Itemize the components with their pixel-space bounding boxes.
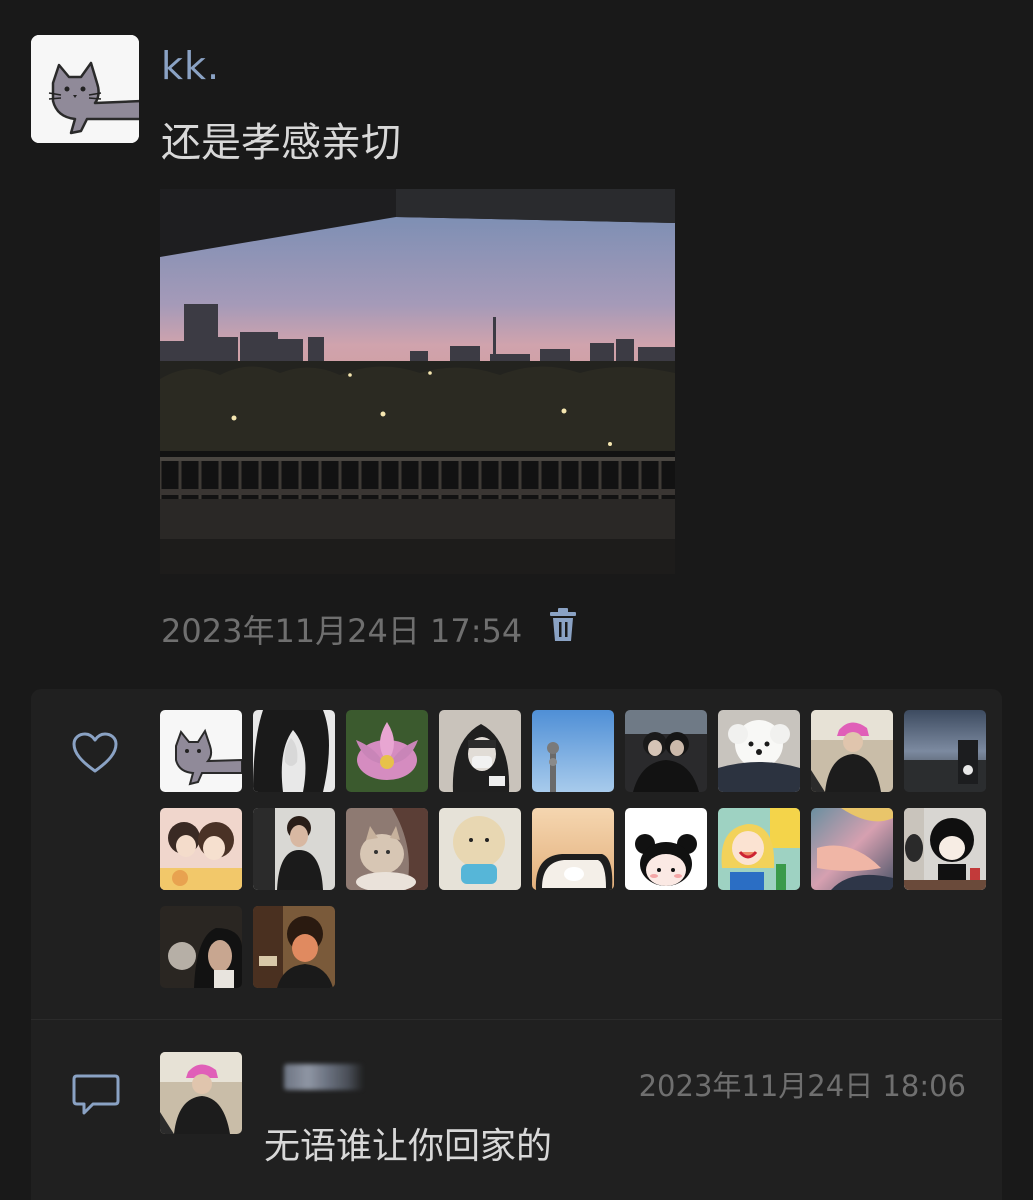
like-avatar[interactable] [904,808,986,890]
round-toy-icon [439,808,521,890]
cat-and-girl-icon [346,808,428,890]
like-avatar[interactable] [718,710,800,792]
like-avatar[interactable] [532,808,614,890]
like-avatar[interactable] [253,710,335,792]
anime-dark-hair-icon [253,710,335,792]
post-photo[interactable] [160,189,675,574]
post-author-avatar[interactable] [31,35,139,143]
post-timestamp: 2023年11月24日 17:54 [161,612,523,650]
hooded-person-icon [439,710,521,792]
sailor-moon-icon [718,808,800,890]
like-avatar[interactable] [904,710,986,792]
pink-lotus-icon [346,710,428,792]
pink-hat-girl-icon [160,1052,242,1134]
cartoon-couple-icon [160,808,242,890]
commenter-avatar[interactable] [160,1052,242,1134]
dusk-sky-icon [904,710,986,792]
like-avatar[interactable] [532,710,614,792]
comment-timestamp: 2023年11月24日 18:06 [638,1069,966,1103]
like-avatar[interactable] [439,808,521,890]
couple-photo-icon [625,710,707,792]
like-avatar[interactable] [346,808,428,890]
like-avatar[interactable] [160,710,242,792]
cat-drawing-icon [31,35,139,143]
heart-icon [71,731,119,775]
like-avatar[interactable] [253,808,335,890]
like-avatar[interactable] [253,906,335,988]
post-username[interactable]: kk. [161,44,220,88]
blue-sky-tower-icon [532,710,614,792]
post-text: 还是孝感亲切 [161,120,401,166]
car-mirror-icon [532,808,614,890]
like-avatar[interactable] [346,710,428,792]
anime-glow-icon [811,808,893,890]
like-avatar[interactable] [160,906,242,988]
trash-icon[interactable] [547,607,579,643]
cat-drawing-icon [160,710,242,792]
comment-text[interactable]: 无语谁让你回家的 [264,1117,552,1169]
black-hair-figure-icon [904,808,986,890]
like-avatar[interactable] [811,808,893,890]
sunset-skyline-image [160,189,675,574]
like-avatar[interactable] [625,808,707,890]
side-profile-icon [160,906,242,988]
section-divider [31,1019,1002,1020]
moments-post: kk. 还是孝感亲切 2023年11月24日 17:54 2023年11月24日… [0,0,1033,1200]
interactions-panel: 2023年11月24日 18:06 无语谁让你回家的 [31,689,1002,1200]
like-avatar[interactable] [718,808,800,890]
white-puppy-icon [718,710,800,792]
pink-hat-girl-icon [811,710,893,792]
like-avatar[interactable] [439,710,521,792]
like-avatar[interactable] [811,710,893,792]
like-avatar[interactable] [160,808,242,890]
like-avatar[interactable] [625,710,707,792]
curly-hair-boy-icon [253,906,335,988]
redaction-blur [284,1064,364,1090]
comment-icon [71,1072,121,1118]
young-man-icon [253,808,335,890]
commenter-name-redacted[interactable] [264,1061,384,1095]
cartoon-girl-buns-icon [625,808,707,890]
